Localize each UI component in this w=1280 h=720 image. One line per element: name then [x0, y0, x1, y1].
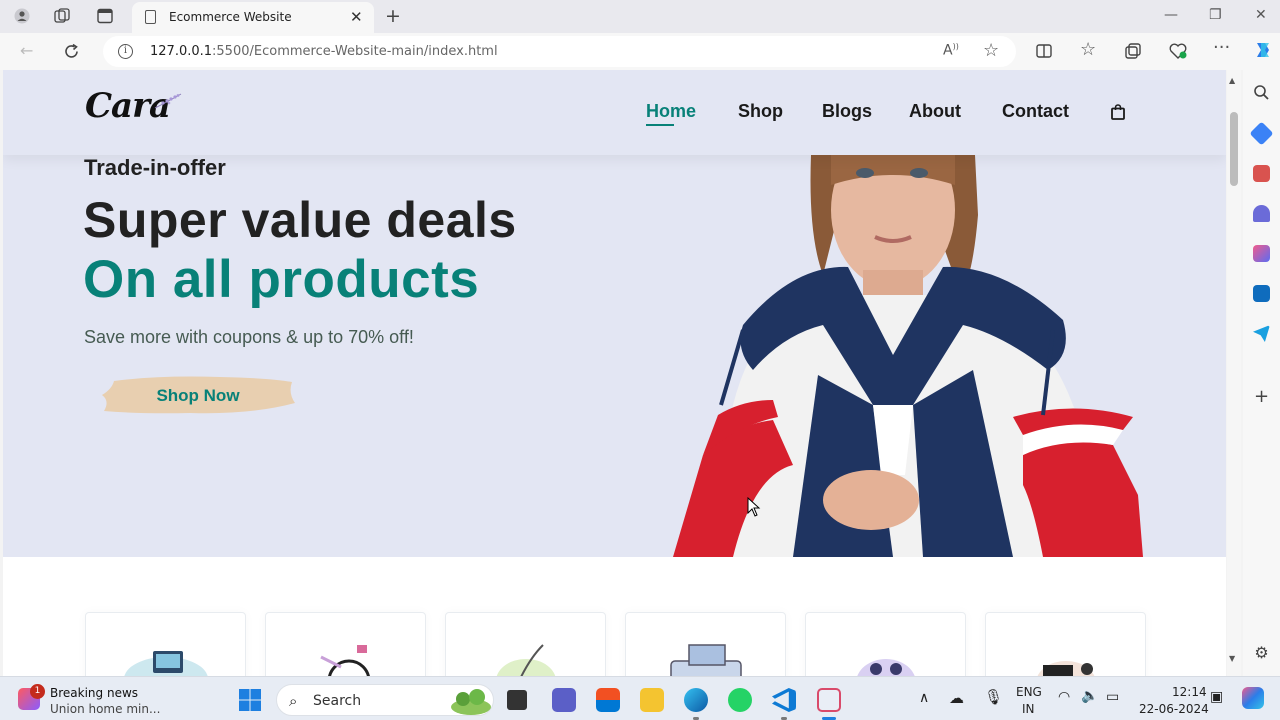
copilot-icon[interactable]: [1253, 40, 1273, 63]
hero-subtitle: On all products: [83, 250, 480, 309]
task-view-icon[interactable]: [507, 690, 527, 710]
collections-icon[interactable]: [1125, 43, 1141, 62]
search-icon[interactable]: [1253, 84, 1270, 101]
search-icon: ⌕: [289, 692, 298, 710]
tab-ecommerce-website[interactable]: Ecommerce Website ✕: [132, 2, 374, 33]
nav-blogs[interactable]: Blogs: [822, 101, 872, 122]
tab-title: Ecommerce Website: [169, 10, 292, 24]
shopping-bag-icon[interactable]: [1111, 104, 1125, 120]
tools-icon[interactable]: [1253, 165, 1270, 182]
edge-icon[interactable]: [684, 688, 708, 712]
feature-illustration: [857, 659, 915, 676]
microphone-icon[interactable]: 🎙: [984, 688, 1003, 706]
browser-toolbar: ← i 127.0.0.1:5500/Ecommerce-Website-mai…: [0, 33, 1280, 70]
microsoft-365-icon[interactable]: [1253, 245, 1270, 262]
language-indicator-line1[interactable]: ENG: [1016, 685, 1042, 699]
hero-title: Super value deals: [83, 192, 517, 248]
games-icon[interactable]: [1253, 205, 1270, 222]
scroll-up-icon[interactable]: ▲: [1229, 76, 1235, 85]
page-icon: [145, 10, 156, 24]
feature-illustration: [670, 644, 742, 676]
page-viewport: Cara Home Shop Blogs About Contact Trade…: [3, 70, 1226, 676]
feature-illustration: [124, 651, 208, 676]
hero-kicker: Trade-in-offer: [84, 155, 226, 180]
volume-icon[interactable]: 🔈: [1081, 688, 1098, 704]
nav-about[interactable]: About: [909, 101, 961, 122]
browser-tab-bar: Ecommerce Website ✕ + — ❐ ✕: [0, 0, 1280, 33]
favorites-icon[interactable]: ☆: [1080, 41, 1096, 59]
feature-card[interactable]: [805, 612, 966, 676]
settings-gear-icon[interactable]: ⚙: [1253, 644, 1270, 661]
clock-date[interactable]: 22-06-2024: [1139, 702, 1209, 716]
feature-card[interactable]: [985, 612, 1146, 676]
feature-card[interactable]: [265, 612, 426, 676]
feature-card[interactable]: [625, 612, 786, 676]
nav-home[interactable]: Home: [646, 101, 696, 122]
notification-badge: 1: [30, 684, 45, 699]
tab-actions-icon[interactable]: [97, 8, 113, 27]
nav-contact[interactable]: Contact: [1002, 101, 1069, 122]
lavender-sprig-icon: [154, 93, 182, 109]
notifications-icon[interactable]: ▣: [1210, 689, 1223, 705]
site-info-icon[interactable]: i: [118, 44, 133, 59]
taskbar-search[interactable]: ⌕ Search: [276, 684, 494, 716]
hero-text: Save more with coupons & up to 70% off!: [84, 327, 414, 347]
hero-model-image: [673, 155, 1143, 557]
read-aloud-icon[interactable]: A)): [943, 43, 959, 58]
windows-taskbar: 1 Breaking news Union home min... ⌕ Sear…: [0, 676, 1280, 720]
page-scrollbar[interactable]: ▲ ▼: [1227, 70, 1241, 676]
feature-illustration: [496, 644, 556, 676]
wifi-icon[interactable]: ◠: [1058, 689, 1070, 705]
minimize-icon[interactable]: —: [1164, 7, 1178, 23]
nav-shop[interactable]: Shop: [738, 101, 783, 122]
scrollbar-thumb[interactable]: [1230, 112, 1238, 186]
whatsapp-icon[interactable]: [728, 688, 752, 712]
edge-sidebar: + ⚙: [1243, 70, 1280, 676]
site-header: Cara Home Shop Blogs About Contact: [3, 70, 1226, 155]
copilot-taskbar-icon[interactable]: [1242, 687, 1264, 709]
microsoft-store-icon[interactable]: [596, 688, 620, 712]
hero-section: Trade-in-offer Super value deals On all …: [3, 155, 1226, 557]
nav-active-indicator: [646, 124, 674, 126]
new-tab-icon[interactable]: +: [385, 5, 401, 27]
favorite-star-icon[interactable]: ☆: [983, 42, 999, 60]
restore-icon[interactable]: ❐: [1209, 7, 1222, 23]
workspaces-icon[interactable]: [54, 8, 70, 27]
split-screen-icon[interactable]: [1036, 43, 1052, 62]
back-icon[interactable]: ←: [20, 43, 33, 59]
news-title: Breaking news: [50, 686, 139, 700]
close-window-icon[interactable]: ✕: [1255, 7, 1267, 23]
profile-icon[interactable]: [14, 8, 30, 27]
url-text[interactable]: 127.0.0.1:5500/Ecommerce-Website-main/in…: [150, 44, 498, 59]
send-icon[interactable]: [1253, 325, 1270, 342]
outlook-icon[interactable]: [1253, 285, 1270, 302]
file-explorer-icon[interactable]: [640, 688, 664, 712]
show-hidden-icons[interactable]: ∧: [919, 690, 929, 706]
search-highlight-art: [451, 689, 491, 715]
address-bar[interactable]: i 127.0.0.1:5500/Ecommerce-Website-main/…: [103, 36, 1016, 67]
teams-icon[interactable]: [552, 688, 576, 712]
battery-icon[interactable]: ▭: [1106, 689, 1119, 705]
close-tab-icon[interactable]: ✕: [350, 8, 363, 26]
clock-time[interactable]: 12:14: [1172, 685, 1207, 699]
windows-start-icon[interactable]: [239, 689, 261, 711]
vscode-icon[interactable]: [772, 688, 796, 712]
onedrive-icon[interactable]: ☁: [949, 689, 964, 707]
feature-illustration: [1037, 661, 1095, 676]
scroll-down-icon[interactable]: ▼: [1229, 654, 1235, 663]
feature-card[interactable]: [85, 612, 246, 676]
mouse-cursor-icon: [747, 497, 761, 517]
refresh-icon[interactable]: [63, 43, 80, 63]
add-sidebar-app-icon[interactable]: +: [1253, 388, 1270, 406]
news-subtitle: Union home min...: [50, 702, 161, 716]
feature-illustration: [320, 645, 370, 676]
language-indicator-line2[interactable]: IN: [1022, 702, 1035, 716]
snipping-tool-icon[interactable]: [817, 688, 841, 712]
shop-now-button[interactable]: Shop Now: [100, 373, 296, 418]
feature-card[interactable]: [445, 612, 606, 676]
more-menu-icon[interactable]: ···: [1213, 39, 1230, 57]
shopping-tag-icon[interactable]: [1249, 121, 1274, 146]
taskbar-search-label: Search: [313, 693, 362, 709]
browser-essentials-icon[interactable]: [1169, 43, 1187, 62]
